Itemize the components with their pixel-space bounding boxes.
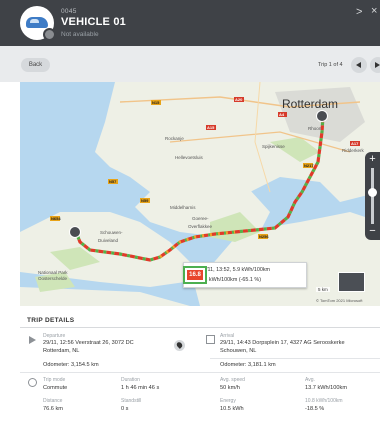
svg-text:A15: A15 bbox=[207, 125, 215, 130]
popup-line-1: 29/11, 13:52, 5.9 kWh/100km bbox=[200, 267, 271, 273]
duration-label: Duration bbox=[121, 377, 140, 383]
divider bbox=[210, 358, 380, 359]
svg-text:N256: N256 bbox=[259, 234, 269, 239]
vehicle-code: 0045 bbox=[61, 8, 77, 15]
status-badge-icon bbox=[43, 28, 56, 41]
location-button[interactable] bbox=[174, 340, 185, 351]
svg-text:Schouwen-: Schouwen- bbox=[100, 230, 123, 235]
zoom-out-button[interactable]: − bbox=[367, 226, 378, 237]
arrow-right-icon bbox=[375, 62, 380, 68]
distance-label: Distance bbox=[43, 398, 63, 404]
svg-text:Duiveland: Duiveland bbox=[98, 238, 119, 243]
trip-details-panel: TRIP DETAILS Departure 29/11, 12:56 Veer… bbox=[20, 306, 380, 428]
popup-line-2: -11 kWh/100km (-65.1 %) bbox=[200, 277, 262, 283]
arrival-odometer: Odometer: 3,181.1 km bbox=[220, 362, 276, 368]
trip-position: Trip 1 of 4 bbox=[318, 62, 343, 68]
trip-mode-label: Trip mode bbox=[43, 377, 66, 383]
svg-text:Goeree-: Goeree- bbox=[192, 216, 209, 221]
energy-value: 10.5 kWh bbox=[220, 406, 244, 412]
previous-trip-button[interactable] bbox=[351, 57, 367, 73]
trip-start-marker[interactable] bbox=[69, 226, 81, 238]
svg-text:A20: A20 bbox=[235, 97, 243, 102]
standstill-label: Standstill bbox=[121, 398, 142, 404]
map-style-toggle[interactable] bbox=[338, 272, 365, 292]
arrival-value: 29/11, 14:43 Dorpsplein 17, 4327 AG Sero… bbox=[220, 340, 345, 346]
avg-speed-label: Avg. speed bbox=[220, 377, 245, 383]
svg-text:A4: A4 bbox=[279, 112, 285, 117]
svg-text:N654: N654 bbox=[51, 216, 61, 221]
svg-text:N59: N59 bbox=[141, 198, 149, 203]
svg-text:Ridderkerk: Ridderkerk bbox=[342, 148, 365, 153]
departure-value: 29/11, 12:56 Veerstraat 26, 3072 DC bbox=[43, 340, 134, 346]
svg-text:Overflakkee: Overflakkee bbox=[188, 224, 213, 229]
zoom-control[interactable]: + − bbox=[365, 152, 380, 240]
svg-text:Spijkenisse: Spijkenisse bbox=[262, 144, 285, 149]
svg-text:N57: N57 bbox=[109, 179, 117, 184]
departure-icon bbox=[29, 336, 36, 344]
svg-text:Hellevoetsluis: Hellevoetsluis bbox=[175, 155, 204, 160]
arrival-label: Arrival bbox=[220, 333, 235, 339]
trip-end-marker[interactable] bbox=[316, 110, 328, 122]
map-pin-icon bbox=[175, 341, 184, 349]
arrow-left-icon bbox=[356, 62, 361, 68]
duration-value: 1 h 46 min 46 s bbox=[121, 385, 160, 391]
vehicle-status: Not available bbox=[61, 31, 99, 38]
arrival-city: Schouwen, NL bbox=[220, 348, 257, 354]
svg-text:Middelharnis: Middelharnis bbox=[170, 205, 196, 210]
svg-text:Rhoon: Rhoon bbox=[308, 126, 322, 131]
map-scale: 5 km bbox=[316, 287, 330, 292]
trip-toolbar: Back Trip 1 of 4 bbox=[0, 46, 380, 82]
avg-consumption-label: Avg. bbox=[305, 377, 315, 383]
svg-text:N15: N15 bbox=[152, 100, 160, 105]
car-icon bbox=[26, 17, 48, 28]
city-label: Rotterdam bbox=[282, 97, 339, 111]
close-icon[interactable]: × bbox=[371, 5, 377, 17]
divider bbox=[20, 327, 380, 328]
svg-text:N217: N217 bbox=[304, 163, 314, 168]
trip-mode-value: Commute bbox=[43, 385, 68, 391]
zoom-slider-handle[interactable] bbox=[368, 188, 377, 197]
arrival-icon bbox=[206, 335, 215, 344]
avg-consumption-value: 13.7 kWh/100km bbox=[305, 385, 347, 391]
standstill-value: 0 s bbox=[121, 406, 129, 412]
svg-text:Oosterschelde: Oosterschelde bbox=[38, 276, 68, 281]
departure-odometer: Odometer: 3,154.5 km bbox=[43, 362, 99, 368]
consumption-compare-value: -18.5 % bbox=[305, 406, 325, 412]
trip-details-title: TRIP DETAILS bbox=[27, 317, 75, 324]
back-button[interactable]: Back bbox=[21, 58, 50, 72]
vehicle-name: VEHICLE 01 bbox=[61, 16, 126, 28]
speed-badge: 16.8 bbox=[183, 266, 207, 284]
chevron-right-icon[interactable]: > bbox=[356, 6, 362, 18]
distance-value: 76.6 km bbox=[43, 406, 63, 412]
energy-label: Energy bbox=[220, 398, 236, 404]
departure-label: Departure bbox=[43, 333, 66, 339]
departure-city: Rotterdam, NL bbox=[43, 348, 80, 354]
divider bbox=[20, 372, 380, 373]
trip-map[interactable]: N15 A20 A4 A15 N57 N59 N217 A17 N654 N25… bbox=[20, 82, 380, 306]
map-copyright: © TomTom 2021 Microsoft bbox=[316, 298, 363, 303]
next-trip-button[interactable] bbox=[370, 57, 380, 73]
svg-text:A17: A17 bbox=[351, 141, 359, 146]
consumption-compare-label: 10.8 kWh/100km bbox=[305, 398, 343, 404]
svg-text:Nationaal Park: Nationaal Park bbox=[38, 270, 68, 275]
vehicle-header: 0045 VEHICLE 01 Not available > × bbox=[0, 0, 380, 46]
gauge-icon bbox=[28, 378, 37, 387]
svg-text:Rockanje: Rockanje bbox=[165, 136, 184, 141]
zoom-in-button[interactable]: + bbox=[367, 154, 378, 165]
vehicle-avatar bbox=[20, 6, 56, 41]
avg-speed-value: 50 km/h bbox=[220, 385, 240, 391]
